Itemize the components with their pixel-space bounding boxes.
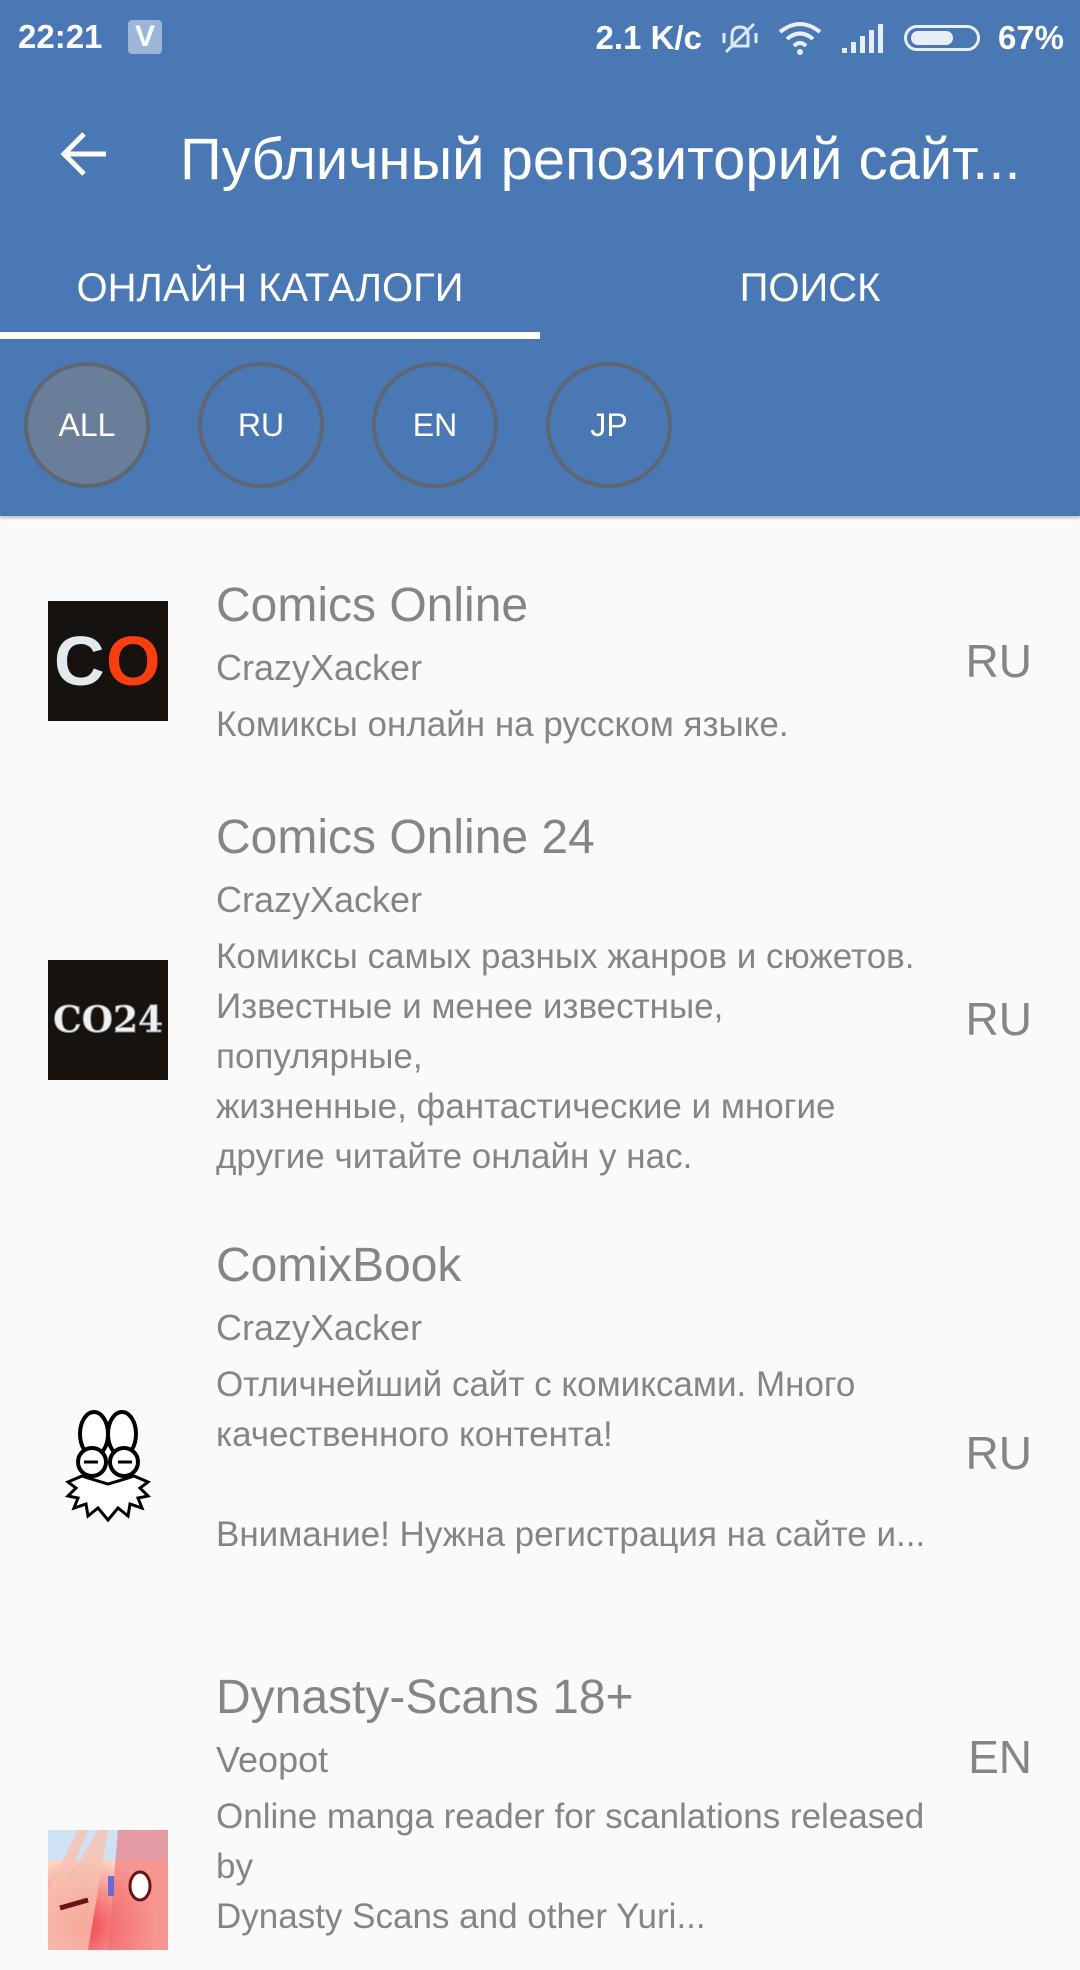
battery-percent: 67% (997, 19, 1064, 56)
language-filter-chips: ALL RU EN JP (24, 362, 672, 488)
svg-text:C: C (54, 622, 105, 700)
tab-online-catalogs[interactable]: ОНЛАЙН КАТАЛОГИ (0, 266, 540, 311)
comixbook-logo-icon (64, 1410, 152, 1523)
app-bar: Публичный репозиторий сайт... ОНЛАЙН КАТ… (0, 76, 1080, 516)
network-speed: 2.1 K/c (595, 19, 702, 56)
co24-logo-icon: CO24 (48, 960, 168, 1080)
wifi-icon (778, 22, 822, 55)
catalog-author: CrazyXacker (216, 1307, 423, 1348)
svg-text:O: O (106, 622, 160, 700)
page-title: Публичный репозиторий сайт... (180, 127, 1021, 192)
co-logo-icon: C O (48, 601, 168, 721)
filter-chip-jp[interactable]: JP (546, 362, 672, 488)
catalog-author: Veopot (216, 1739, 329, 1780)
catalog-author: CrazyXacker (216, 879, 423, 920)
catalog-language: RU (965, 1427, 1032, 1479)
catalog-item-comixbook[interactable]: ComixBook CrazyXacker Отличнейший сайт с… (0, 1234, 1080, 1670)
signal-icon (841, 24, 883, 53)
catalog-language: RU (965, 635, 1032, 687)
dynasty-scans-logo-icon (48, 1830, 168, 1950)
catalog-description: Отличнейший сайт с комиксами. Много каче… (216, 1365, 926, 1554)
catalog-name: Dynasty-Scans 18+ (216, 1671, 634, 1724)
catalog-name: Comics Online (216, 579, 529, 632)
filter-chip-all[interactable]: ALL (24, 362, 150, 488)
back-arrow-icon[interactable] (56, 126, 112, 182)
svg-text:CO24: CO24 (53, 999, 163, 1041)
catalog-list: C O Comics Online CrazyXacker Комиксы он… (0, 518, 1080, 1970)
catalog-name: ComixBook (216, 1239, 462, 1292)
tab-search[interactable]: ПОИСК (540, 266, 1080, 311)
catalog-description: Комиксы самых разных жанров и сюжетов. И… (216, 937, 915, 1176)
filter-chip-ru[interactable]: RU (198, 362, 324, 488)
catalog-description: Комиксы онлайн на русском языке. (216, 705, 789, 744)
app-notification-icon: V (128, 20, 162, 54)
vibrate-mute-icon (722, 22, 758, 54)
catalog-item-comics-online[interactable]: C O Comics Online CrazyXacker Комиксы он… (0, 518, 1080, 802)
catalog-author: CrazyXacker (216, 647, 423, 688)
catalog-language: EN (968, 1731, 1032, 1783)
catalog-name: Comics Online 24 (216, 811, 595, 864)
catalog-language: RU (965, 993, 1032, 1045)
filter-chip-en[interactable]: EN (372, 362, 498, 488)
catalog-item-dynasty-scans[interactable]: Dynasty-Scans 18+ Veopot Online manga re… (0, 1670, 1080, 1970)
status-time: 22:21 (18, 18, 103, 55)
battery-icon (903, 25, 980, 51)
catalog-item-comics-online-24[interactable]: CO24 Comics Online 24 CrazyXacker Комикс… (0, 802, 1080, 1234)
active-tab-indicator (0, 332, 540, 339)
status-bar: 22:21 V 2.1 K/c 67% (0, 0, 1080, 76)
